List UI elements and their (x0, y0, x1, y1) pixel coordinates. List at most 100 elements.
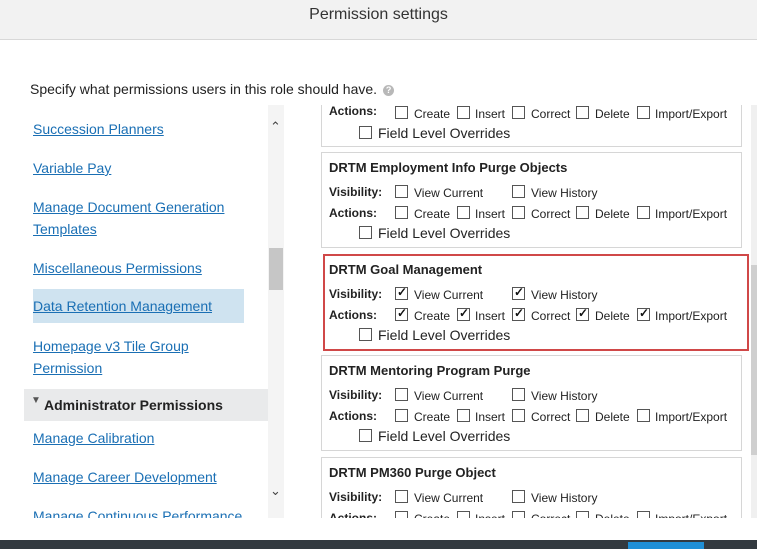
correct-label: Correct (531, 309, 571, 323)
chevron-up-icon[interactable]: ⌃ (270, 120, 281, 134)
primary-action-button[interactable] (628, 542, 704, 549)
delete-label: Delete (595, 410, 630, 424)
correct-checkbox[interactable] (512, 106, 525, 119)
insert-label: Insert (475, 512, 505, 518)
actions-label: Actions: (329, 511, 377, 518)
delete-checkbox[interactable] (576, 306, 589, 321)
view-current-label: View Current (414, 491, 484, 505)
delete-checkbox[interactable] (576, 409, 589, 422)
create-label: Create (414, 512, 450, 518)
nav-item-homepage-tile-group-permission[interactable]: Homepage v3 Tile Group Permission (33, 335, 233, 379)
insert-checkbox[interactable] (457, 106, 470, 119)
chevron-down-icon[interactable]: ⌄ (270, 484, 281, 498)
field-overrides-checkbox[interactable] (359, 429, 372, 442)
visibility-label: Visibility: (329, 490, 383, 504)
permission-card: DRTM PM360 Purge Object Visibility: View… (321, 457, 742, 518)
field-overrides-label: Field Level Overrides (378, 225, 511, 241)
view-history-checkbox[interactable] (512, 490, 525, 503)
triangle-down-icon: ▼ (31, 395, 41, 406)
view-history-label: View History (531, 491, 598, 505)
section-label: Administrator Permissions (44, 397, 223, 413)
actions-label: Actions: (329, 206, 377, 220)
card-title: DRTM PM360 Purge Object (329, 465, 496, 480)
dialog-footer (0, 540, 757, 549)
import-export-label: Import/Export (655, 107, 728, 121)
import-export-checkbox[interactable] (637, 306, 650, 321)
import-export-checkbox[interactable] (637, 206, 650, 219)
correct-checkbox[interactable] (512, 306, 525, 321)
actions-label: Actions: (329, 308, 377, 322)
correct-label: Correct (531, 410, 571, 424)
nav-item-manage-calibration[interactable]: Manage Calibration (33, 427, 248, 449)
permission-detail-list: Actions: Create Insert Correct Delete Im… (309, 105, 755, 518)
description: Specify what permissions users in this r… (30, 81, 395, 97)
insert-checkbox[interactable] (457, 206, 470, 219)
import-export-checkbox[interactable] (637, 409, 650, 422)
right-scrollbar[interactable] (751, 105, 757, 518)
view-history-label: View History (531, 186, 598, 200)
view-history-label: View History (531, 389, 598, 403)
dialog-titlebar: Permission settings (0, 0, 757, 40)
left-scrollbar[interactable] (268, 105, 284, 518)
view-current-checkbox[interactable] (395, 185, 408, 198)
delete-checkbox[interactable] (576, 206, 589, 219)
nav-item-data-retention-management[interactable]: Data Retention Management (33, 289, 244, 323)
card-title: DRTM Mentoring Program Purge (329, 363, 531, 378)
create-label: Create (414, 207, 451, 221)
import-export-label: Import/Export (655, 309, 728, 323)
view-history-label: View History (531, 288, 598, 302)
view-history-checkbox[interactable] (512, 285, 525, 300)
field-overrides-checkbox[interactable] (359, 328, 372, 341)
right-scrollbar-thumb[interactable] (751, 265, 757, 455)
import-export-checkbox[interactable] (637, 511, 650, 518)
nav-item-miscellaneous-permissions[interactable]: Miscellaneous Permissions (33, 257, 248, 279)
section-administrator-permissions[interactable]: ▼ Administrator Permissions (24, 389, 268, 421)
delete-checkbox[interactable] (576, 511, 589, 518)
create-checkbox[interactable] (395, 106, 408, 119)
field-overrides-checkbox[interactable] (359, 226, 372, 239)
correct-checkbox[interactable] (512, 206, 525, 219)
field-overrides-label: Field Level Overrides (378, 327, 511, 343)
nav-item-manage-document-generation-templates[interactable]: Manage Document Generation Templates (33, 196, 248, 240)
delete-checkbox[interactable] (576, 106, 589, 119)
nav-item-succession-planners[interactable]: Succession Planners (33, 118, 248, 140)
insert-checkbox[interactable] (457, 409, 470, 422)
create-label: Create (414, 107, 451, 121)
view-current-checkbox[interactable] (395, 388, 408, 401)
create-checkbox[interactable] (395, 511, 408, 518)
insert-label: Insert (475, 410, 506, 424)
import-export-label: Import/Export (655, 512, 727, 518)
left-scrollbar-thumb[interactable] (269, 248, 283, 290)
correct-label: Correct (531, 512, 570, 518)
create-checkbox[interactable] (395, 306, 408, 321)
insert-checkbox[interactable] (457, 511, 470, 518)
visibility-label: Visibility: (329, 185, 383, 199)
insert-checkbox[interactable] (457, 306, 470, 321)
view-current-checkbox[interactable] (395, 285, 408, 300)
permission-card: Actions: Create Insert Correct Delete Im… (321, 105, 742, 147)
nav-item-variable-pay[interactable]: Variable Pay (33, 157, 248, 179)
view-current-label: View Current (414, 288, 484, 302)
import-export-checkbox[interactable] (637, 106, 650, 119)
field-overrides-checkbox[interactable] (359, 126, 372, 139)
permission-card-highlighted: DRTM Goal Management Visibility: View Cu… (323, 254, 749, 351)
card-title: DRTM Goal Management (329, 262, 483, 277)
permission-card: DRTM Mentoring Program Purge Visibility:… (321, 355, 742, 451)
delete-label: Delete (595, 309, 630, 323)
view-history-checkbox[interactable] (512, 388, 525, 401)
view-history-checkbox[interactable] (512, 185, 525, 198)
create-checkbox[interactable] (395, 206, 408, 219)
correct-checkbox[interactable] (512, 409, 525, 422)
correct-label: Correct (531, 107, 571, 121)
nav-item-manage-continuous-performance[interactable]: Manage Continuous Performance (33, 505, 248, 518)
correct-checkbox[interactable] (512, 511, 525, 518)
field-overrides-label: Field Level Overrides (378, 125, 511, 141)
permission-card: DRTM Employment Info Purge Objects Visib… (321, 152, 742, 248)
nav-item-manage-career-development[interactable]: Manage Career Development (33, 466, 248, 488)
actions-label: Actions: (329, 105, 377, 118)
permission-category-list: Succession Planners Variable Pay Manage … (24, 105, 268, 518)
view-current-checkbox[interactable] (395, 490, 408, 503)
create-checkbox[interactable] (395, 409, 408, 422)
insert-label: Insert (475, 207, 506, 221)
help-icon[interactable]: ? (383, 85, 395, 96)
